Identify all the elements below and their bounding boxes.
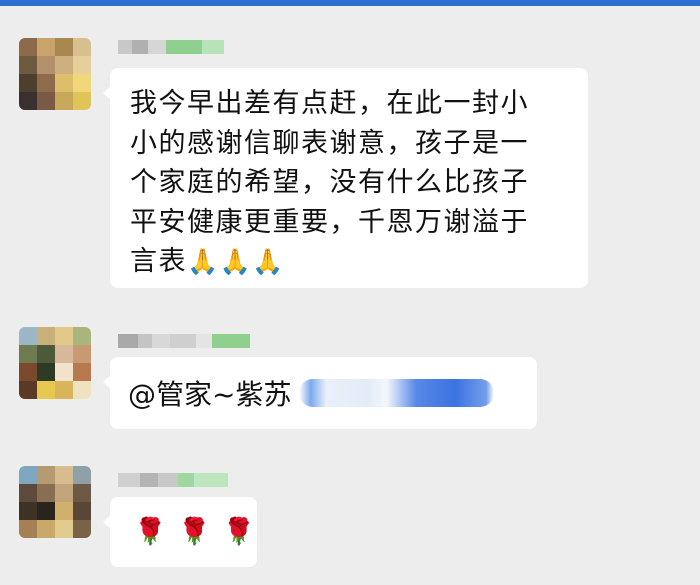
rose-emoji: 🌹 xyxy=(222,517,256,547)
message-text-tail: 言表 xyxy=(130,246,187,277)
message-bubble[interactable]: @管家~紫苏 xyxy=(103,357,537,429)
sender-name-blurred xyxy=(118,473,228,487)
bubble-tail xyxy=(103,515,111,529)
message-text-line: 言表🙏🙏🙏 xyxy=(130,242,570,282)
rose-emoji: 🌹 xyxy=(134,517,167,547)
praying-hands-emoji: 🙏 xyxy=(219,247,253,276)
avatar[interactable] xyxy=(19,466,91,538)
praying-hands-emoji: 🙏 xyxy=(187,247,220,276)
message-bubble[interactable]: 🌹 🌹 🌹 xyxy=(103,497,257,567)
bubble-tail xyxy=(103,86,111,100)
rose-emoji: 🌹 xyxy=(178,517,211,547)
avatar[interactable] xyxy=(19,38,91,110)
message-text-line: 个家庭的希望，没有什么比孩子 xyxy=(130,167,529,198)
sender-name-blurred xyxy=(118,334,250,348)
sender-name-blurred xyxy=(118,40,224,54)
bubble-tail xyxy=(103,375,111,389)
mention-text[interactable]: @管家~紫苏 xyxy=(128,373,291,413)
praying-hands-emoji: 🙏 xyxy=(252,247,285,276)
message-text-line: 小的感谢信聊表谢意，孩子是一 xyxy=(130,127,529,159)
avatar[interactable] xyxy=(19,327,91,399)
message-bubble[interactable]: 我今早出差有点赶，在此一封小 小的感谢信聊表谢意，孩子是一 个家庭的希望，没有什… xyxy=(103,68,588,288)
message-text-line: 平安健康更重要，千恩万谢溢于 xyxy=(130,206,529,238)
top-accent-bar xyxy=(0,0,700,6)
message-text-line: 我今早出差有点赶，在此一封小 xyxy=(130,88,529,119)
redacted-name xyxy=(299,379,495,407)
